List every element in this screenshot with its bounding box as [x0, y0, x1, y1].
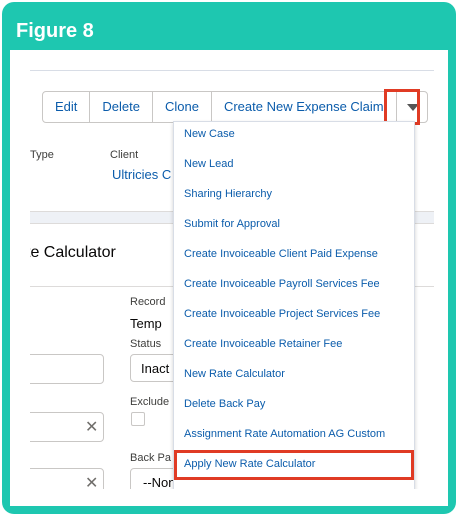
back-pay-label: Back Pa: [130, 452, 171, 464]
status-label: Status: [130, 338, 162, 350]
dropdown-highlight-box: [384, 89, 420, 125]
figure-content: Edit Delete Clone Create New Expense Cla…: [10, 50, 448, 506]
menu-item-submit-for-approval[interactable]: Submit for Approval: [184, 218, 280, 230]
menu-item-new-lead[interactable]: New Lead: [184, 158, 234, 170]
clear-icon[interactable]: ✕: [85, 417, 98, 437]
lookup-input-2[interactable]: ✕: [30, 468, 104, 489]
menu-item-highlight-box: [174, 450, 414, 480]
clone-button[interactable]: Clone: [153, 92, 212, 122]
salesforce-screenshot: Edit Delete Clone Create New Expense Cla…: [30, 70, 434, 489]
menu-item-delete-back-pay[interactable]: Delete Back Pay: [184, 398, 265, 410]
lookup-input-1[interactable]: ✕: [30, 412, 104, 442]
delete-button[interactable]: Delete: [90, 92, 153, 122]
client-label: Client: [110, 149, 139, 161]
menu-item-assignment-rate-automation[interactable]: Assignment Rate Automation AG Custom: [184, 428, 385, 440]
record-value: Temp: [130, 316, 162, 331]
exclude-checkbox[interactable]: [131, 412, 145, 426]
menu-item-sharing-hierarchy[interactable]: Sharing Hierarchy: [184, 188, 272, 200]
menu-item-client-paid-expense[interactable]: Create Invoiceable Client Paid Expense: [184, 248, 378, 260]
menu-item-new-rate-calculator[interactable]: New Rate Calculator: [184, 368, 285, 380]
menu-item-retainer-fee[interactable]: Create Invoiceable Retainer Fee: [184, 338, 342, 350]
menu-item-payroll-services-fee[interactable]: Create Invoiceable Payroll Services Fee: [184, 278, 380, 290]
figure-frame: Figure 8 Edit Delete Clone Create New Ex…: [2, 2, 456, 514]
exclude-label: Exclude: [130, 396, 170, 408]
actions-dropdown-menu: New Case New Lead Sharing Hierarchy Subm…: [173, 121, 415, 489]
type-label: Type: [30, 149, 54, 161]
edit-button[interactable]: Edit: [43, 92, 91, 122]
card-title: te Calculator: [30, 244, 116, 261]
menu-item-project-services-fee[interactable]: Create Invoiceable Project Services Fee: [184, 308, 380, 320]
menu-item-new-case[interactable]: New Case: [184, 128, 235, 140]
status-value: Inact: [141, 361, 170, 376]
action-button-group: Edit Delete Clone Create New Expense Cla…: [42, 91, 428, 123]
text-input-1[interactable]: [30, 354, 104, 384]
figure-title: Figure 8: [16, 20, 94, 42]
client-link[interactable]: Ultricies C: [112, 167, 171, 182]
record-label: Record: [130, 296, 166, 308]
create-new-expense-claim-button[interactable]: Create New Expense Claim: [212, 92, 397, 122]
clear-icon[interactable]: ✕: [85, 473, 98, 489]
